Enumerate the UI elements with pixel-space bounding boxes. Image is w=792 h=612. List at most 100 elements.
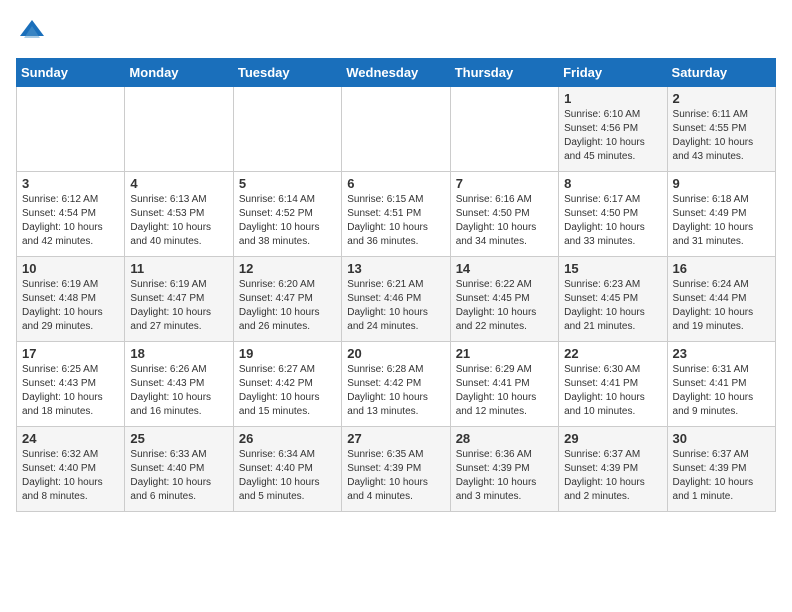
calendar-table: SundayMondayTuesdayWednesdayThursdayFrid… — [16, 58, 776, 512]
calendar-cell: 5 Sunrise: 6:14 AM Sunset: 4:52 PM Daylig… — [233, 172, 341, 257]
calendar-cell — [233, 87, 341, 172]
day-number: 30 — [673, 431, 770, 446]
calendar-cell — [125, 87, 233, 172]
calendar-cell: 7 Sunrise: 6:16 AM Sunset: 4:50 PM Daylig… — [450, 172, 558, 257]
day-number: 21 — [456, 346, 553, 361]
calendar-cell: 12 Sunrise: 6:20 AM Sunset: 4:47 PM Dayli… — [233, 257, 341, 342]
day-number: 29 — [564, 431, 661, 446]
day-header-thursday: Thursday — [450, 59, 558, 87]
calendar-cell: 28 Sunrise: 6:36 AM Sunset: 4:39 PM Dayli… — [450, 427, 558, 512]
calendar-cell: 30 Sunrise: 6:37 AM Sunset: 4:39 PM Dayli… — [667, 427, 775, 512]
day-number: 5 — [239, 176, 336, 191]
day-number: 25 — [130, 431, 227, 446]
day-number: 26 — [239, 431, 336, 446]
calendar-cell: 21 Sunrise: 6:29 AM Sunset: 4:41 PM Dayli… — [450, 342, 558, 427]
day-info: Sunrise: 6:29 AM Sunset: 4:41 PM Dayligh… — [456, 363, 553, 419]
day-number: 14 — [456, 261, 553, 276]
day-number: 24 — [22, 431, 119, 446]
day-info: Sunrise: 6:36 AM Sunset: 4:39 PM Dayligh… — [456, 448, 553, 504]
day-number: 16 — [673, 261, 770, 276]
day-number: 3 — [22, 176, 119, 191]
day-info: Sunrise: 6:19 AM Sunset: 4:47 PM Dayligh… — [130, 278, 227, 334]
calendar-cell — [17, 87, 125, 172]
day-header-friday: Friday — [559, 59, 667, 87]
day-info: Sunrise: 6:37 AM Sunset: 4:39 PM Dayligh… — [564, 448, 661, 504]
calendar-week-row: 3 Sunrise: 6:12 AM Sunset: 4:54 PM Daylig… — [17, 172, 776, 257]
day-info: Sunrise: 6:32 AM Sunset: 4:40 PM Dayligh… — [22, 448, 119, 504]
day-info: Sunrise: 6:11 AM Sunset: 4:55 PM Dayligh… — [673, 108, 770, 164]
calendar-cell: 26 Sunrise: 6:34 AM Sunset: 4:40 PM Dayli… — [233, 427, 341, 512]
day-header-wednesday: Wednesday — [342, 59, 450, 87]
calendar-cell — [450, 87, 558, 172]
day-info: Sunrise: 6:35 AM Sunset: 4:39 PM Dayligh… — [347, 448, 444, 504]
day-info: Sunrise: 6:22 AM Sunset: 4:45 PM Dayligh… — [456, 278, 553, 334]
calendar-cell: 16 Sunrise: 6:24 AM Sunset: 4:44 PM Dayli… — [667, 257, 775, 342]
day-info: Sunrise: 6:14 AM Sunset: 4:52 PM Dayligh… — [239, 193, 336, 249]
calendar-cell: 17 Sunrise: 6:25 AM Sunset: 4:43 PM Dayli… — [17, 342, 125, 427]
day-number: 12 — [239, 261, 336, 276]
day-number: 9 — [673, 176, 770, 191]
calendar-cell: 18Sunrise: 6:26 AM Sunset: 4:43 PM Dayli… — [125, 342, 233, 427]
day-number: 13 — [347, 261, 444, 276]
day-info: Sunrise: 6:34 AM Sunset: 4:40 PM Dayligh… — [239, 448, 336, 504]
calendar-cell: 3 Sunrise: 6:12 AM Sunset: 4:54 PM Daylig… — [17, 172, 125, 257]
calendar-week-row: 17 Sunrise: 6:25 AM Sunset: 4:43 PM Dayli… — [17, 342, 776, 427]
day-number: 4 — [130, 176, 227, 191]
day-info: Sunrise: 6:19 AM Sunset: 4:48 PM Dayligh… — [22, 278, 119, 334]
day-info: Sunrise: 6:25 AM Sunset: 4:43 PM Dayligh… — [22, 363, 119, 419]
calendar-cell: 22Sunrise: 6:30 AM Sunset: 4:41 PM Dayli… — [559, 342, 667, 427]
day-info: Sunrise: 6:27 AM Sunset: 4:42 PM Dayligh… — [239, 363, 336, 419]
day-header-monday: Monday — [125, 59, 233, 87]
day-info: Sunrise: 6:21 AM Sunset: 4:46 PM Dayligh… — [347, 278, 444, 334]
calendar-cell — [342, 87, 450, 172]
day-number: 22 — [564, 346, 661, 361]
day-number: 17 — [22, 346, 119, 361]
day-info: Sunrise: 6:37 AM Sunset: 4:39 PM Dayligh… — [673, 448, 770, 504]
calendar-cell: 2Sunrise: 6:11 AM Sunset: 4:55 PM Daylig… — [667, 87, 775, 172]
calendar-cell: 23 Sunrise: 6:31 AM Sunset: 4:41 PM Dayli… — [667, 342, 775, 427]
day-info: Sunrise: 6:16 AM Sunset: 4:50 PM Dayligh… — [456, 193, 553, 249]
day-number: 6 — [347, 176, 444, 191]
day-info: Sunrise: 6:28 AM Sunset: 4:42 PM Dayligh… — [347, 363, 444, 419]
day-number: 27 — [347, 431, 444, 446]
day-number: 19 — [239, 346, 336, 361]
calendar-week-row: 10Sunrise: 6:19 AM Sunset: 4:48 PM Dayli… — [17, 257, 776, 342]
calendar-cell: 4 Sunrise: 6:13 AM Sunset: 4:53 PM Daylig… — [125, 172, 233, 257]
calendar-header-row: SundayMondayTuesdayWednesdayThursdayFrid… — [17, 59, 776, 87]
day-header-sunday: Sunday — [17, 59, 125, 87]
calendar-cell: 29 Sunrise: 6:37 AM Sunset: 4:39 PM Dayli… — [559, 427, 667, 512]
day-number: 20 — [347, 346, 444, 361]
calendar-cell: 6 Sunrise: 6:15 AM Sunset: 4:51 PM Daylig… — [342, 172, 450, 257]
calendar-cell: 9 Sunrise: 6:18 AM Sunset: 4:49 PM Daylig… — [667, 172, 775, 257]
day-info: Sunrise: 6:18 AM Sunset: 4:49 PM Dayligh… — [673, 193, 770, 249]
day-number: 15 — [564, 261, 661, 276]
day-info: Sunrise: 6:24 AM Sunset: 4:44 PM Dayligh… — [673, 278, 770, 334]
day-number: 23 — [673, 346, 770, 361]
calendar-cell: 20 Sunrise: 6:28 AM Sunset: 4:42 PM Dayli… — [342, 342, 450, 427]
calendar-cell: 25 Sunrise: 6:33 AM Sunset: 4:40 PM Dayli… — [125, 427, 233, 512]
day-info: Sunrise: 6:12 AM Sunset: 4:54 PM Dayligh… — [22, 193, 119, 249]
day-number: 28 — [456, 431, 553, 446]
calendar-cell: 15 Sunrise: 6:23 AM Sunset: 4:45 PM Dayli… — [559, 257, 667, 342]
day-number: 7 — [456, 176, 553, 191]
day-header-tuesday: Tuesday — [233, 59, 341, 87]
day-info: Sunrise: 6:20 AM Sunset: 4:47 PM Dayligh… — [239, 278, 336, 334]
calendar-week-row: 1Sunrise: 6:10 AM Sunset: 4:56 PM Daylig… — [17, 87, 776, 172]
day-number: 1 — [564, 91, 661, 106]
day-info: Sunrise: 6:17 AM Sunset: 4:50 PM Dayligh… — [564, 193, 661, 249]
day-info: Sunrise: 6:13 AM Sunset: 4:53 PM Dayligh… — [130, 193, 227, 249]
day-info: Sunrise: 6:31 AM Sunset: 4:41 PM Dayligh… — [673, 363, 770, 419]
page-header — [16, 16, 776, 48]
day-header-saturday: Saturday — [667, 59, 775, 87]
calendar-cell: 13 Sunrise: 6:21 AM Sunset: 4:46 PM Dayli… — [342, 257, 450, 342]
day-info: Sunrise: 6:15 AM Sunset: 4:51 PM Dayligh… — [347, 193, 444, 249]
calendar-week-row: 24 Sunrise: 6:32 AM Sunset: 4:40 PM Dayli… — [17, 427, 776, 512]
logo — [16, 16, 52, 48]
logo-icon — [16, 16, 48, 48]
day-info: Sunrise: 6:26 AM Sunset: 4:43 PM Dayligh… — [130, 363, 227, 419]
calendar-cell: 14 Sunrise: 6:22 AM Sunset: 4:45 PM Dayli… — [450, 257, 558, 342]
calendar-cell: 1Sunrise: 6:10 AM Sunset: 4:56 PM Daylig… — [559, 87, 667, 172]
day-info: Sunrise: 6:23 AM Sunset: 4:45 PM Dayligh… — [564, 278, 661, 334]
day-info: Sunrise: 6:33 AM Sunset: 4:40 PM Dayligh… — [130, 448, 227, 504]
calendar-cell: 10Sunrise: 6:19 AM Sunset: 4:48 PM Dayli… — [17, 257, 125, 342]
